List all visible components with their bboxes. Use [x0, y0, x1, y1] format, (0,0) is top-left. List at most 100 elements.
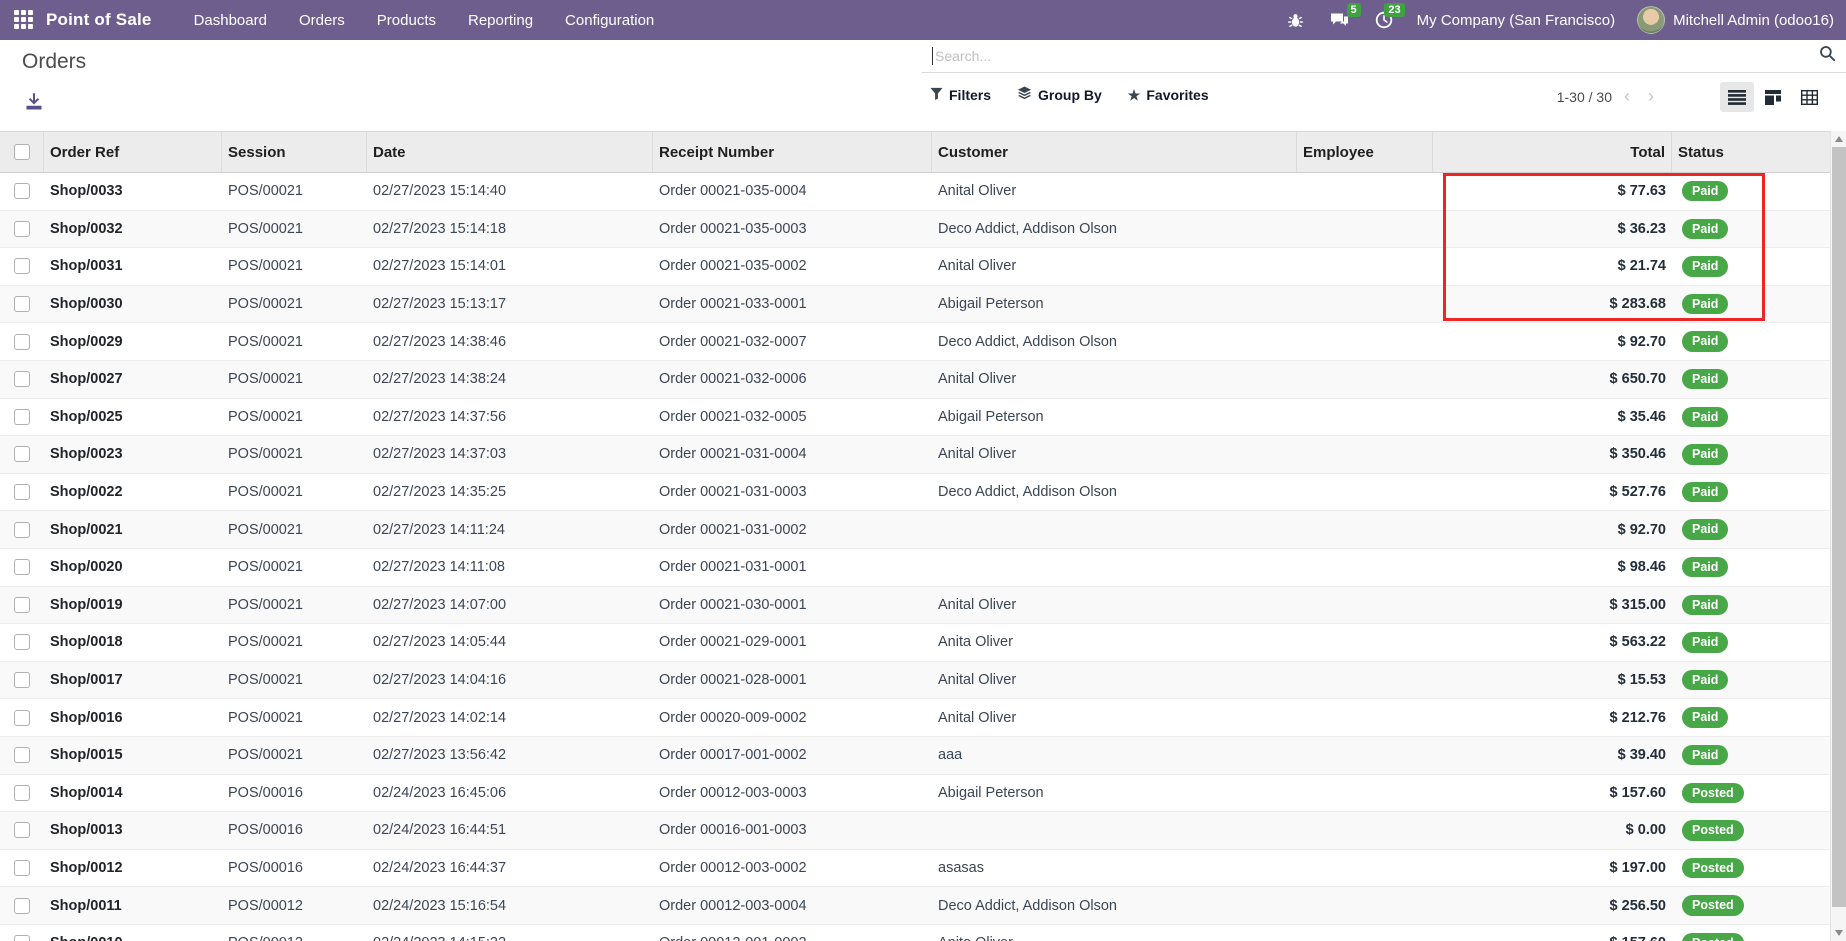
table-row[interactable]: Shop/0018 POS/00021 02/27/2023 14:05:44 …: [0, 624, 1830, 662]
employee-cell: [1297, 549, 1433, 586]
table-row[interactable]: Shop/0031 POS/00021 02/27/2023 15:14:01 …: [0, 248, 1830, 286]
session-cell: POS/00021: [222, 699, 367, 736]
messages-icon[interactable]: 5: [1329, 9, 1351, 31]
menu-reporting[interactable]: Reporting: [456, 2, 545, 39]
customer-cell: Anital Oliver: [932, 662, 1297, 699]
order-ref-cell: Shop/0027: [44, 361, 222, 398]
search-bar[interactable]: Search...: [922, 40, 1846, 73]
table-row[interactable]: Shop/0012 POS/00016 02/24/2023 16:44:37 …: [0, 850, 1830, 888]
table-row[interactable]: Shop/0017 POS/00021 02/27/2023 14:04:16 …: [0, 662, 1830, 700]
row-checkbox[interactable]: [14, 785, 30, 801]
kanban-view-button[interactable]: [1756, 82, 1790, 112]
user-name: Mitchell Admin (odoo16): [1673, 12, 1834, 29]
customer-cell: [932, 549, 1297, 586]
user-menu[interactable]: Mitchell Admin (odoo16): [1637, 6, 1834, 34]
column-header-session[interactable]: Session: [222, 132, 367, 172]
vertical-scrollbar[interactable]: [1830, 131, 1846, 941]
row-checkbox[interactable]: [14, 258, 30, 274]
status-badge: Posted: [1682, 933, 1744, 941]
select-all-checkbox[interactable]: [14, 144, 30, 160]
favorites-button[interactable]: ★ Favorites: [1128, 87, 1209, 103]
row-checkbox[interactable]: [14, 484, 30, 500]
table-row[interactable]: Shop/0013 POS/00016 02/24/2023 16:44:51 …: [0, 812, 1830, 850]
customer-cell: Abigail Peterson: [932, 399, 1297, 436]
pager-previous-icon[interactable]: ‹: [1618, 86, 1636, 107]
table-row[interactable]: Shop/0019 POS/00021 02/27/2023 14:07:00 …: [0, 587, 1830, 625]
date-cell: 02/27/2023 14:05:44: [367, 624, 653, 661]
row-checkbox[interactable]: [14, 296, 30, 312]
column-header-status[interactable]: Status: [1672, 132, 1830, 172]
export-download-icon[interactable]: [24, 92, 46, 114]
table-row[interactable]: Shop/0027 POS/00021 02/27/2023 14:38:24 …: [0, 361, 1830, 399]
status-cell: Paid: [1672, 699, 1830, 736]
row-checkbox-cell: [0, 474, 44, 511]
table-row[interactable]: Shop/0029 POS/00021 02/27/2023 14:38:46 …: [0, 323, 1830, 361]
row-checkbox[interactable]: [14, 559, 30, 575]
scroll-up-arrow-icon[interactable]: [1831, 131, 1846, 147]
row-checkbox[interactable]: [14, 710, 30, 726]
pager-next-icon[interactable]: ›: [1642, 86, 1660, 107]
filters-button[interactable]: Filters: [930, 87, 991, 103]
row-checkbox[interactable]: [14, 860, 30, 876]
menu-dashboard[interactable]: Dashboard: [182, 2, 279, 39]
row-checkbox[interactable]: [14, 371, 30, 387]
row-checkbox[interactable]: [14, 334, 30, 350]
scrollbar-thumb[interactable]: [1832, 147, 1846, 907]
table-row[interactable]: Shop/0014 POS/00016 02/24/2023 16:45:06 …: [0, 775, 1830, 813]
date-cell: 02/24/2023 15:16:54: [367, 887, 653, 924]
row-checkbox[interactable]: [14, 634, 30, 650]
row-checkbox[interactable]: [14, 597, 30, 613]
column-header-total[interactable]: Total: [1433, 132, 1672, 172]
menu-configuration[interactable]: Configuration: [553, 2, 666, 39]
table-row[interactable]: Shop/0023 POS/00021 02/27/2023 14:37:03 …: [0, 436, 1830, 474]
employee-cell: [1297, 662, 1433, 699]
row-checkbox-cell: [0, 361, 44, 398]
customer-cell: Anital Oliver: [932, 436, 1297, 473]
table-row[interactable]: Shop/0022 POS/00021 02/27/2023 14:35:25 …: [0, 474, 1830, 512]
row-checkbox[interactable]: [14, 446, 30, 462]
table-row[interactable]: Shop/0010 POS/00012 02/24/2023 14:15:22 …: [0, 925, 1830, 941]
column-header-employee[interactable]: Employee: [1297, 132, 1433, 172]
group-by-button[interactable]: Group By: [1017, 86, 1102, 103]
scroll-down-arrow-icon[interactable]: [1831, 925, 1846, 941]
bug-icon[interactable]: [1285, 9, 1307, 31]
pager-range: 1-30 / 30: [1557, 89, 1612, 105]
receipt-number-cell: Order 00021-033-0001: [653, 286, 932, 323]
table-row[interactable]: Shop/0020 POS/00021 02/27/2023 14:11:08 …: [0, 549, 1830, 587]
table-row[interactable]: Shop/0025 POS/00021 02/27/2023 14:37:56 …: [0, 399, 1830, 437]
row-checkbox[interactable]: [14, 822, 30, 838]
list-view-button[interactable]: [1720, 82, 1754, 112]
row-checkbox[interactable]: [14, 221, 30, 237]
column-header-order-ref[interactable]: Order Ref: [44, 132, 222, 172]
menu-orders[interactable]: Orders: [287, 2, 357, 39]
table-row[interactable]: Shop/0015 POS/00021 02/27/2023 13:56:42 …: [0, 737, 1830, 775]
row-checkbox[interactable]: [14, 935, 30, 941]
table-row[interactable]: Shop/0030 POS/00021 02/27/2023 15:13:17 …: [0, 286, 1830, 324]
activities-clock-icon[interactable]: 23: [1373, 9, 1395, 31]
row-checkbox[interactable]: [14, 183, 30, 199]
row-checkbox[interactable]: [14, 898, 30, 914]
row-checkbox[interactable]: [14, 747, 30, 763]
table-row[interactable]: Shop/0011 POS/00012 02/24/2023 15:16:54 …: [0, 887, 1830, 925]
customer-cell: Abigail Peterson: [932, 775, 1297, 812]
customer-cell: [932, 812, 1297, 849]
app-name[interactable]: Point of Sale: [46, 10, 152, 30]
session-cell: POS/00016: [222, 812, 367, 849]
company-switcher[interactable]: My Company (San Francisco): [1417, 12, 1615, 29]
table-row[interactable]: Shop/0033 POS/00021 02/27/2023 15:14:40 …: [0, 173, 1830, 211]
table-row[interactable]: Shop/0016 POS/00021 02/27/2023 14:02:14 …: [0, 699, 1830, 737]
search-magnifier-icon[interactable]: [1819, 45, 1836, 67]
column-header-date[interactable]: Date: [367, 132, 653, 172]
search-input[interactable]: Search...: [935, 48, 1819, 64]
pager: 1-30 / 30 ‹ ›: [1557, 86, 1660, 107]
table-row[interactable]: Shop/0021 POS/00021 02/27/2023 14:11:24 …: [0, 511, 1830, 549]
pivot-view-button[interactable]: [1792, 82, 1826, 112]
column-header-receipt-number[interactable]: Receipt Number: [653, 132, 932, 172]
table-row[interactable]: Shop/0032 POS/00021 02/27/2023 15:14:18 …: [0, 211, 1830, 249]
row-checkbox[interactable]: [14, 672, 30, 688]
menu-products[interactable]: Products: [365, 2, 448, 39]
apps-grid-icon[interactable]: [14, 10, 34, 30]
row-checkbox[interactable]: [14, 522, 30, 538]
column-header-customer[interactable]: Customer: [932, 132, 1297, 172]
row-checkbox[interactable]: [14, 409, 30, 425]
